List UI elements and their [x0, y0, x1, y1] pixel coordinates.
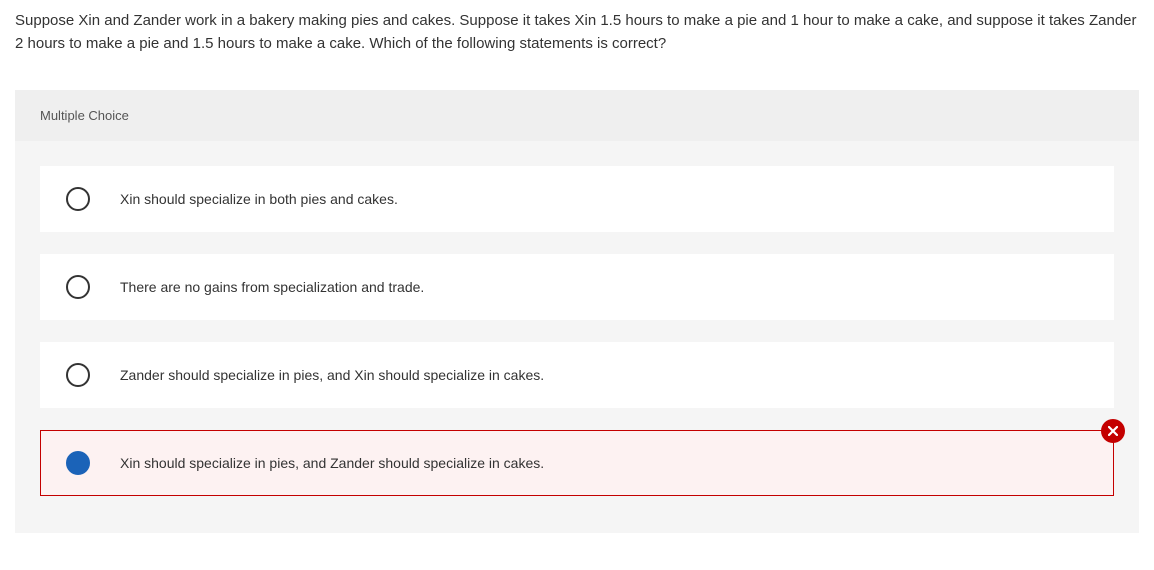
close-icon [1108, 426, 1118, 436]
option-text: Xin should specialize in both pies and c… [120, 191, 398, 207]
radio-unchecked-icon[interactable] [66, 275, 90, 299]
multiple-choice-container: Multiple Choice Xin should specialize in… [15, 90, 1139, 533]
options-wrap: Xin should specialize in both pies and c… [15, 141, 1139, 533]
incorrect-icon [1101, 419, 1125, 443]
option-row-selected-incorrect[interactable]: Xin should specialize in pies, and Zande… [40, 430, 1114, 496]
option-text: Zander should specialize in pies, and Xi… [120, 367, 544, 383]
option-row[interactable]: There are no gains from specialization a… [40, 254, 1114, 320]
mc-header: Multiple Choice [15, 90, 1139, 141]
radio-unchecked-icon[interactable] [66, 187, 90, 211]
option-text: There are no gains from specialization a… [120, 279, 424, 295]
option-row[interactable]: Xin should specialize in both pies and c… [40, 166, 1114, 232]
question-text: Suppose Xin and Zander work in a bakery … [15, 10, 1139, 55]
option-text: Xin should specialize in pies, and Zande… [120, 455, 544, 471]
radio-unchecked-icon[interactable] [66, 363, 90, 387]
option-row[interactable]: Zander should specialize in pies, and Xi… [40, 342, 1114, 408]
radio-checked-icon[interactable] [66, 451, 90, 475]
